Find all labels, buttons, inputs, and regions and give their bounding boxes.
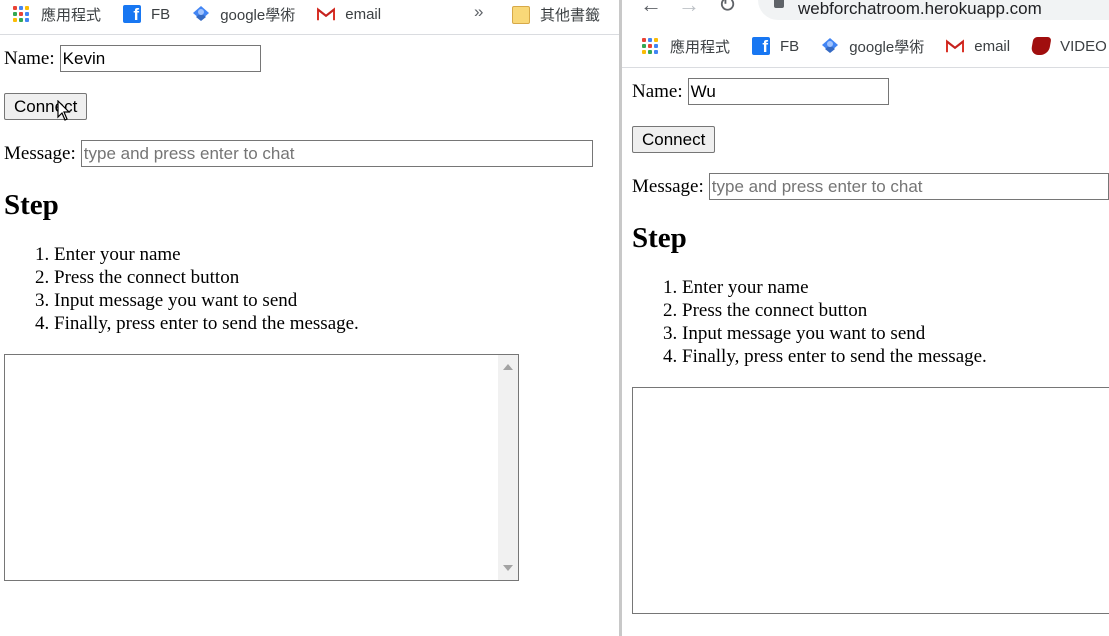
right-browser-window: ← → ↻ webforchatroom.herokuapp.com 應用程式 … [622, 0, 1109, 636]
bookmark-label: email [345, 5, 382, 23]
address-bar[interactable]: webforchatroom.herokuapp.com [758, 0, 1109, 20]
bookmark-email[interactable]: email [946, 37, 1010, 55]
chat-log-textarea[interactable] [4, 354, 519, 581]
left-browser-window: 應用程式 f FB google學術 email » 其他書籤 Name: Ke… [0, 0, 619, 636]
steps-list: Enter your name Press the connect button… [4, 243, 359, 335]
toolbar-divider [622, 67, 1109, 68]
message-input[interactable]: type and press enter to chat [80, 140, 593, 167]
message-input[interactable]: type and press enter to chat [708, 173, 1109, 200]
bookmarks-bar: 應用程式 f FB google學術 email VIDEO [622, 34, 1109, 58]
bookmarks-bar: 應用程式 f FB google學術 email » 其他書籤 [0, 2, 619, 26]
bookmark-label: email [974, 37, 1011, 55]
reload-icon[interactable]: ↻ [718, 0, 736, 18]
bookmark-label: 應用程式 [41, 6, 102, 24]
list-item: Press the connect button [54, 266, 359, 289]
name-input[interactable]: Kevin [59, 45, 261, 72]
bookmark-label: FB [151, 5, 171, 23]
bookmark-fb[interactable]: f FB [123, 5, 170, 23]
scroll-up-arrow-icon[interactable] [503, 364, 513, 370]
list-item: Press the connect button [682, 299, 987, 322]
name-label: Name: [632, 80, 683, 102]
toolbar-divider [0, 34, 619, 35]
bookmark-google-scholar[interactable]: google學術 [821, 36, 924, 57]
google-scholar-icon [193, 6, 210, 21]
facebook-icon: f [752, 37, 771, 55]
list-item: Finally, press enter to send the message… [54, 312, 359, 335]
google-scholar-icon [822, 38, 839, 53]
gmail-icon [946, 39, 965, 53]
message-row: Message: type and press enter to chat [4, 140, 593, 167]
steps-heading: Step [4, 189, 59, 221]
list-item: Finally, press enter to send the message… [682, 345, 987, 368]
scroll-down-arrow-icon[interactable] [503, 565, 513, 571]
folder-icon [512, 5, 530, 24]
message-label: Message: [4, 142, 76, 164]
mouse-cursor-icon [57, 100, 71, 121]
steps-heading: Step [632, 222, 687, 254]
browser-toolbar: ← → ↻ webforchatroom.herokuapp.com [622, 0, 1109, 22]
scrollbar[interactable] [498, 355, 518, 580]
connect-button[interactable]: Connect [632, 126, 716, 153]
name-row: Name: Kevin [4, 45, 261, 72]
url-text: webforchatroom.herokuapp.com [798, 0, 1042, 18]
bookmark-label: 應用程式 [670, 38, 731, 56]
back-arrow-icon[interactable]: ← [640, 0, 662, 18]
connect-button[interactable]: Connect [4, 93, 88, 120]
facebook-icon: f [123, 5, 142, 23]
connect-row: Connect [632, 126, 716, 153]
message-label: Message: [632, 175, 704, 197]
gmail-icon [317, 7, 336, 21]
bookmark-other-folder[interactable]: 其他書籤 [512, 4, 600, 25]
bookmark-label: FB [780, 37, 800, 55]
bookmark-apps[interactable]: 應用程式 [13, 4, 101, 25]
steps-list: Enter your name Press the connect button… [632, 276, 987, 368]
bookmark-fb[interactable]: f FB [752, 37, 799, 55]
name-row: Name: Wu [632, 78, 889, 105]
bookmark-google-scholar[interactable]: google學術 [192, 4, 295, 25]
lock-icon [774, 0, 784, 8]
bookmark-email[interactable]: email [317, 5, 381, 23]
bookmark-label: VIDEO [1060, 37, 1107, 55]
bookmark-apps[interactable]: 應用程式 [642, 36, 730, 57]
chat-log-textarea[interactable] [632, 387, 1109, 614]
list-item: Enter your name [682, 276, 987, 299]
bookmark-video[interactable]: VIDEO [1030, 37, 1107, 55]
bookmark-label: google學術 [849, 38, 925, 56]
name-input[interactable]: Wu [687, 78, 889, 105]
more-bookmarks-button[interactable]: » [474, 2, 483, 22]
apps-grid-icon [13, 6, 29, 22]
name-label: Name: [4, 47, 55, 69]
bookmark-label: google學術 [220, 6, 296, 24]
connect-row: Connect [4, 93, 88, 120]
bookmark-label: 其他書籤 [540, 7, 601, 24]
apps-grid-icon [642, 38, 658, 54]
video-bookmark-icon [1030, 37, 1052, 55]
list-item: Input message you want to send [54, 289, 359, 312]
message-row: Message: type and press enter to chat [632, 173, 1109, 200]
list-item: Enter your name [54, 243, 359, 266]
list-item: Input message you want to send [682, 322, 987, 345]
forward-arrow-icon[interactable]: → [678, 0, 700, 18]
